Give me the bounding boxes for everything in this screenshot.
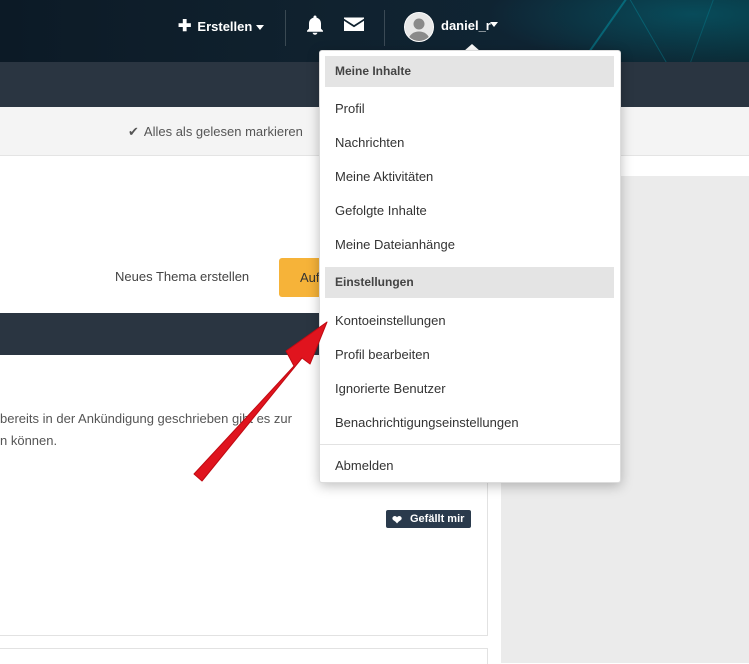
menu-item-followed-content[interactable]: Gefolgte Inhalte — [335, 203, 427, 218]
dropdown-section-header-my-content: Meine Inhalte — [325, 56, 614, 87]
menu-item-logout[interactable]: Abmelden — [335, 458, 394, 473]
create-button[interactable]: ✚ Erstellen — [178, 16, 265, 38]
plus-icon: ✚ — [178, 18, 192, 35]
mark-all-read-link[interactable]: ✔ Alles als gelesen markieren — [128, 124, 303, 140]
bell-icon[interactable] — [305, 14, 325, 36]
header-divider — [384, 10, 385, 46]
menu-item-profile[interactable]: Profil — [335, 101, 365, 116]
like-button[interactable]: ❤ Gefällt mir — [386, 510, 472, 528]
menu-item-account-settings[interactable]: Kontoeinstellungen — [335, 313, 446, 328]
menu-item-my-attachments[interactable]: Meine Dateianhänge — [335, 237, 455, 252]
menu-item-ignored-users[interactable]: Ignorierte Benutzer — [335, 381, 446, 396]
avatar — [404, 12, 434, 42]
dropdown-section-header-settings: Einstellungen — [325, 267, 614, 298]
post-text-line: n können. — [0, 433, 58, 448]
dropdown-divider — [320, 444, 620, 445]
user-dropdown-menu: Meine Inhalte Profil Nachrichten Meine A… — [319, 50, 621, 483]
chevron-down-icon — [490, 22, 498, 27]
mark-all-read-label: Alles als gelesen markieren — [143, 124, 303, 139]
chevron-down-icon — [256, 25, 265, 31]
username-label: daniel_r — [441, 18, 491, 33]
next-post-container — [0, 648, 488, 664]
create-button-label: Erstellen — [197, 19, 253, 34]
new-thread-link[interactable]: Neues Thema erstellen — [115, 269, 249, 284]
menu-item-edit-profile[interactable]: Profil bearbeiten — [335, 347, 430, 362]
menu-item-notification-settings[interactable]: Benachrichtigungseinstellungen — [335, 415, 519, 430]
like-button-label: Gefällt mir — [410, 513, 465, 525]
header-divider — [285, 10, 286, 46]
post-text-line: bereits in der Ankündigung geschrieben g… — [0, 411, 292, 426]
heart-icon: ❤ — [392, 513, 403, 527]
mail-icon[interactable] — [343, 15, 365, 33]
check-icon: ✔ — [128, 124, 139, 139]
menu-item-messages[interactable]: Nachrichten — [335, 135, 404, 150]
menu-item-my-activities[interactable]: Meine Aktivitäten — [335, 169, 433, 184]
avatar-icon — [405, 13, 433, 41]
